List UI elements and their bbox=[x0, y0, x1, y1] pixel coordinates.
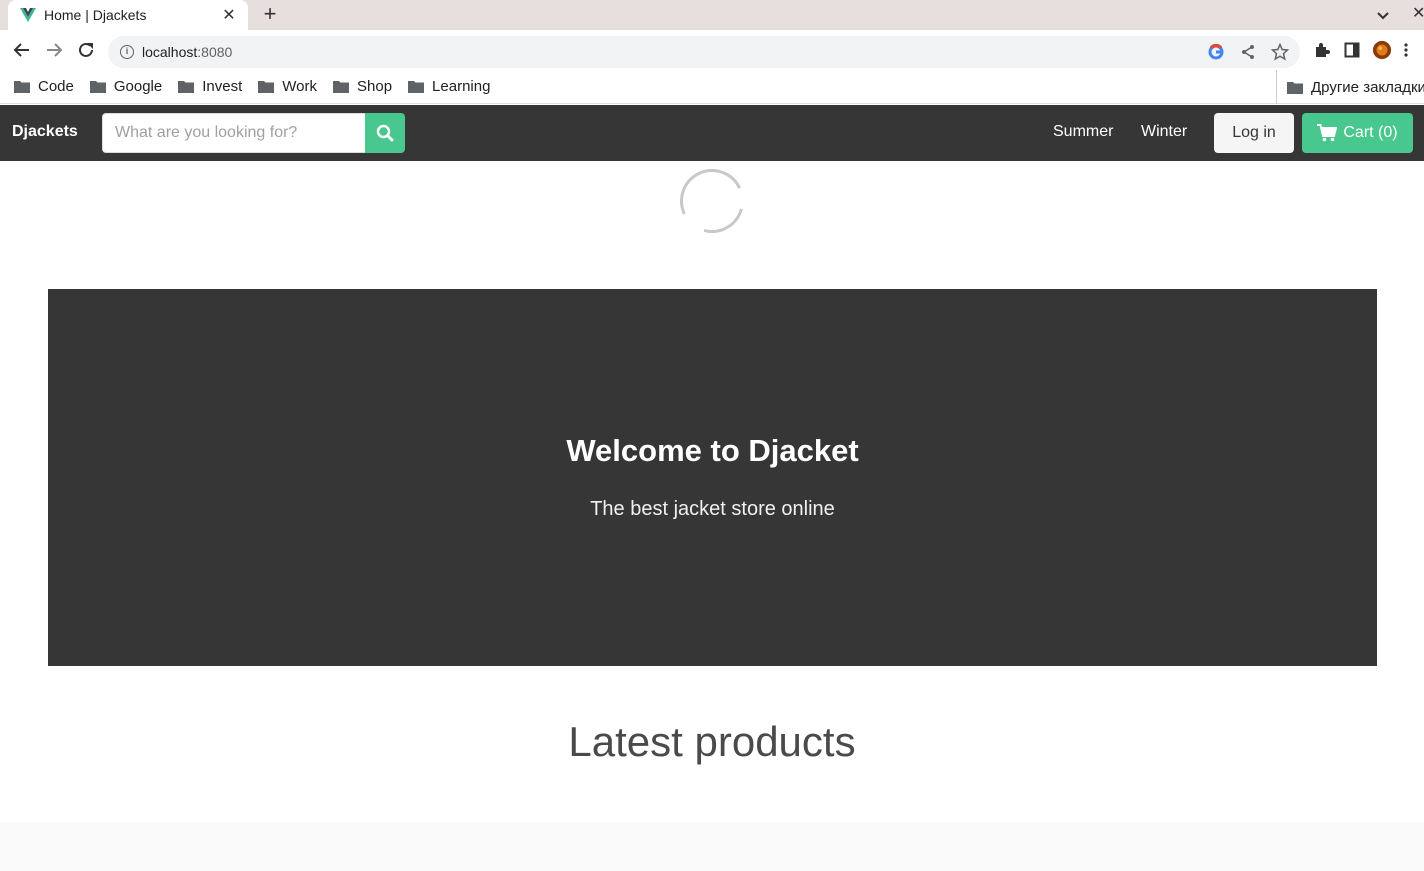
hero-title: Welcome to Djacket bbox=[566, 433, 859, 468]
bookmark-folder[interactable]: Work bbox=[258, 78, 317, 95]
folder-icon bbox=[408, 81, 425, 93]
cart-icon bbox=[1317, 124, 1338, 142]
forward-arrow-icon[interactable] bbox=[42, 38, 66, 62]
search-button[interactable] bbox=[365, 113, 405, 153]
nav-link-summer[interactable]: Summer bbox=[1053, 123, 1113, 141]
hero-subtitle: The best jacket store online bbox=[590, 498, 835, 520]
search-icon bbox=[376, 124, 394, 142]
tab-close-icon[interactable]: ✕ bbox=[220, 5, 238, 25]
kebab-menu-icon[interactable] bbox=[1402, 40, 1410, 60]
puzzle-extensions-icon[interactable] bbox=[1312, 40, 1332, 60]
folder-icon bbox=[258, 81, 275, 93]
latest-products-title: Latest products bbox=[568, 718, 856, 765]
share-icon[interactable] bbox=[1238, 42, 1258, 62]
window-close-icon[interactable]: ✕ bbox=[1412, 3, 1424, 23]
other-bookmarks-folder[interactable]: Другие закладки bbox=[1276, 70, 1424, 104]
folder-icon bbox=[14, 81, 30, 93]
cart-button[interactable]: Cart (0) bbox=[1302, 113, 1413, 153]
bookmark-folder[interactable]: Shop bbox=[333, 78, 392, 95]
chevron-down-icon[interactable] bbox=[1373, 5, 1393, 25]
search-input[interactable] bbox=[102, 113, 366, 153]
back-arrow-icon[interactable] bbox=[10, 38, 34, 62]
avatar[interactable] bbox=[1372, 40, 1392, 60]
bookmark-folder[interactable]: Learning bbox=[408, 78, 490, 95]
browser-tab-strip: Home | Djackets ✕ + ✕ bbox=[0, 0, 1424, 30]
cart-label: Cart (0) bbox=[1343, 124, 1398, 141]
address-bar[interactable]: i localhost:8080 bbox=[108, 36, 1300, 68]
login-button[interactable]: Log in bbox=[1214, 113, 1294, 153]
info-icon[interactable]: i bbox=[120, 45, 134, 59]
star-icon[interactable] bbox=[1270, 42, 1290, 62]
folder-icon bbox=[89, 81, 106, 93]
nav-link-winter[interactable]: Winter bbox=[1141, 123, 1187, 141]
side-panel-icon[interactable] bbox=[1342, 40, 1362, 60]
new-tab-icon[interactable]: + bbox=[258, 3, 282, 27]
folder-icon bbox=[333, 81, 349, 93]
vue-favicon-icon bbox=[20, 7, 36, 23]
reload-icon[interactable] bbox=[74, 38, 98, 62]
bookmark-folder[interactable]: Invest bbox=[178, 78, 242, 95]
loading-spinner-arc bbox=[668, 157, 756, 245]
bookmark-folder[interactable]: Code bbox=[14, 78, 74, 95]
folder-icon bbox=[1287, 81, 1303, 94]
bookmark-folder[interactable]: Google bbox=[89, 78, 162, 95]
page-bottom-section bbox=[0, 822, 1424, 871]
bookmarks-bar: Code Google Invest Work Shop Learning Др… bbox=[0, 70, 1424, 104]
brand-logo[interactable]: Djackets bbox=[12, 123, 78, 141]
tab-title: Home | Djackets bbox=[44, 7, 147, 23]
hero-banner: Welcome to Djacket The best jacket store… bbox=[48, 289, 1377, 666]
folder-icon bbox=[178, 81, 195, 93]
extensions-area bbox=[1312, 40, 1410, 60]
browser-tab[interactable]: Home | Djackets ✕ bbox=[8, 0, 248, 30]
google-icon[interactable] bbox=[1206, 42, 1226, 62]
url-text: localhost:8080 bbox=[142, 44, 233, 60]
